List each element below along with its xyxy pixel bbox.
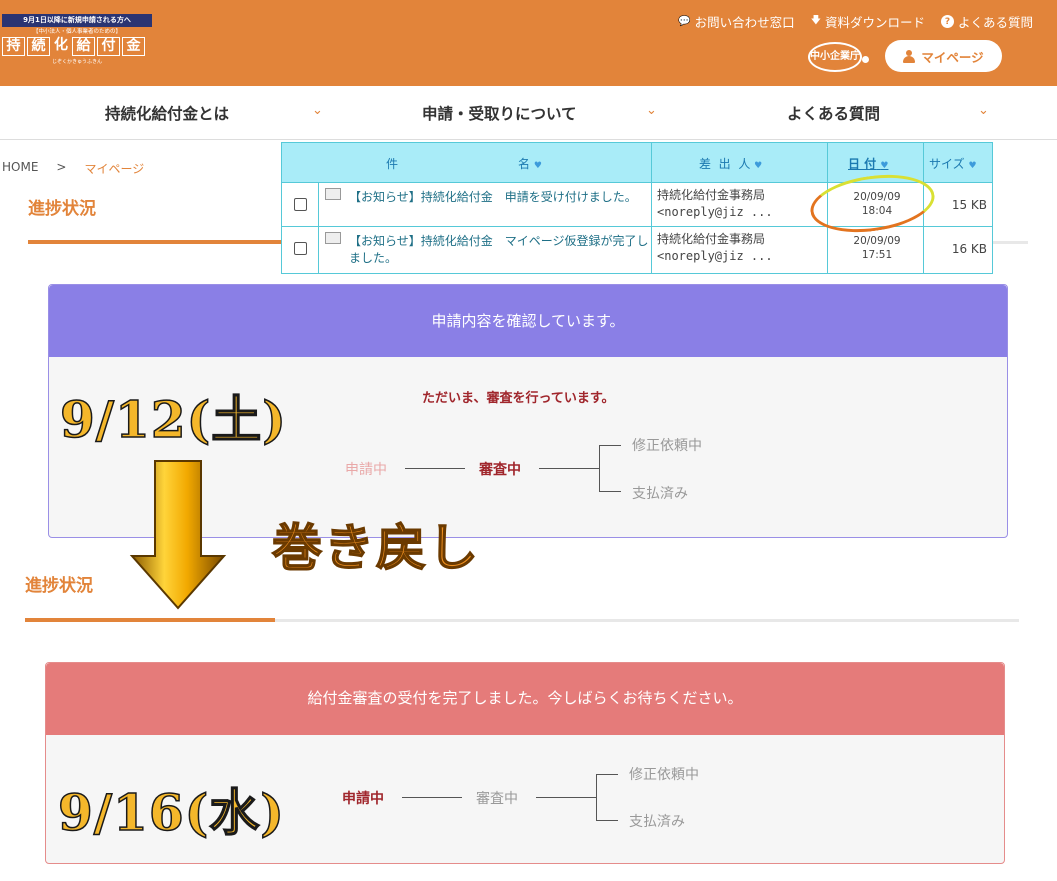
sort-heart-icon: ♥ bbox=[533, 161, 542, 171]
section-divider-accent bbox=[28, 240, 283, 244]
col-size-label: サイズ bbox=[929, 157, 965, 171]
progress-message: ただいま、審査を行っています。 bbox=[422, 391, 615, 406]
mail-sender: 持続化給付金事務局 <noreply@jiz ... bbox=[657, 231, 817, 265]
col-sender[interactable]: 差 出 人 ♥ bbox=[699, 155, 762, 172]
mail-checkbox[interactable] bbox=[294, 242, 307, 255]
mail-checkbox[interactable] bbox=[294, 198, 307, 211]
chevron-down-icon[interactable]: ⌄ bbox=[978, 103, 989, 118]
main-nav: 持続化給付金とは ⌄ 申請・受取りについて ⌄ よくある質問 ⌄ bbox=[0, 86, 1057, 140]
envelope-icon bbox=[325, 232, 341, 244]
mail-size: 15 KB bbox=[951, 198, 987, 212]
col-sender-c: 人 bbox=[738, 157, 751, 171]
nav-item-about[interactable]: 持続化給付金とは bbox=[105, 102, 229, 124]
faq-link[interactable]: ? よくある質問 bbox=[940, 12, 1033, 31]
section-title-progress: 進捗状況 bbox=[28, 199, 96, 219]
col-sender-b: 出 bbox=[718, 157, 731, 171]
logo-char: 続 bbox=[27, 37, 50, 56]
logo-char: 持 bbox=[2, 37, 25, 56]
mail-subject[interactable]: 【お知らせ】持続化給付金 申請を受け付けました。 bbox=[349, 189, 649, 206]
logo-char: 給 bbox=[72, 37, 95, 56]
person-icon bbox=[903, 49, 916, 63]
site-logo[interactable]: 9月1日以降に新規申請される方へ 【中小法人・個人事業者のための】 持 続 化 … bbox=[2, 14, 152, 70]
annotation-date-after: 9/16(水) bbox=[57, 782, 285, 843]
logo-char: 化 bbox=[54, 37, 68, 53]
mail-sender-name: 持続化給付金事務局 bbox=[657, 188, 766, 202]
logo-ruby: じぞくかきゅうふきん bbox=[51, 59, 102, 65]
annotation-date-before: 9/12(土) bbox=[59, 389, 287, 450]
step-revision: 修正依頼中 bbox=[632, 438, 702, 454]
mail-sender: 持続化給付金事務局 <noreply@jiz ... bbox=[657, 187, 817, 221]
top-links: 💬 お問い合わせ窓口 🡇 資料ダウンロード ? よくある質問 bbox=[678, 12, 1033, 31]
nav-item-faq[interactable]: よくある質問 bbox=[787, 102, 880, 124]
col-subject-b[interactable]: 名 ♥ bbox=[518, 155, 542, 172]
question-icon: ? bbox=[940, 15, 954, 28]
agency-logo[interactable]: 中小企業庁 bbox=[808, 42, 870, 72]
col-size[interactable]: サイズ ♥ bbox=[929, 155, 977, 172]
contact-link[interactable]: 💬 お問い合わせ窓口 bbox=[678, 12, 794, 31]
logo-char: 金 bbox=[122, 37, 145, 56]
agency-logo-text: 中小企業庁 bbox=[808, 42, 862, 72]
col-date-label: 日 付 bbox=[848, 157, 877, 171]
progress-card-header: 申請内容を確認しています。 bbox=[49, 285, 1007, 357]
sort-heart-icon: ♥ bbox=[880, 161, 889, 171]
mail-row[interactable]: 【お知らせ】持続化給付金 マイページ仮登録が完了しました。 持続化給付金事務局 <… bbox=[282, 227, 992, 273]
contact-link-label: お問い合わせ窓口 bbox=[694, 15, 795, 30]
step-reviewing: 審査中 bbox=[479, 462, 521, 478]
faq-link-label: よくある質問 bbox=[957, 15, 1033, 30]
step-paid: 支払済み bbox=[632, 486, 688, 502]
mail-date: 20/09/09 17:51 bbox=[842, 234, 912, 262]
logo-title: 持 続 化 給 付 金 bbox=[2, 37, 152, 56]
section-divider-accent bbox=[25, 618, 275, 622]
mypage-button[interactable]: マイページ bbox=[885, 40, 1002, 72]
logo-top-banner: 9月1日以降に新規申請される方へ bbox=[2, 14, 152, 27]
envelope-icon bbox=[325, 188, 341, 200]
sort-heart-icon: ♥ bbox=[968, 161, 977, 171]
chevron-down-icon[interactable]: ⌄ bbox=[646, 103, 657, 118]
mail-size: 16 KB bbox=[951, 242, 987, 256]
step-revision: 修正依頼中 bbox=[629, 767, 699, 783]
logo-subtitle: 【中小法人・個人事業者のための】 bbox=[32, 29, 121, 35]
logo-char: 付 bbox=[97, 37, 120, 56]
col-sender-a: 差 bbox=[699, 157, 712, 171]
breadcrumb-separator: > bbox=[56, 160, 67, 174]
download-link[interactable]: 🡇 資料ダウンロード bbox=[811, 12, 925, 31]
download-arrow-icon: 🡇 bbox=[810, 15, 821, 26]
mail-sender-name: 持続化給付金事務局 bbox=[657, 232, 766, 246]
mail-sender-address: <noreply@jiz ... bbox=[657, 249, 773, 263]
progress-card-header: 給付金審査の受付を完了しました。今しばらくお待ちください。 bbox=[46, 663, 1004, 735]
step-paid: 支払済み bbox=[629, 814, 685, 830]
down-arrow-icon bbox=[129, 460, 227, 610]
step-applying: 申請中 bbox=[342, 791, 384, 807]
annotation-rollback: 巻き戻し bbox=[271, 518, 480, 578]
nav-item-apply[interactable]: 申請・受取りについて bbox=[422, 102, 577, 124]
breadcrumb: HOME > マイページ bbox=[2, 160, 144, 177]
site-header: 9月1日以降に新規申請される方へ 【中小法人・個人事業者のための】 持 続 化 … bbox=[0, 0, 1057, 86]
breadcrumb-home[interactable]: HOME bbox=[2, 160, 38, 177]
col-date[interactable]: 日 付 ♥ bbox=[848, 155, 888, 172]
step-applying: 申請中 bbox=[345, 462, 387, 478]
step-reviewing: 審査中 bbox=[476, 791, 518, 807]
col-subject-b-label: 名 bbox=[518, 157, 531, 171]
chevron-down-icon[interactable]: ⌄ bbox=[312, 103, 323, 118]
mail-date-day: 20/09/09 bbox=[853, 235, 901, 247]
download-link-label: 資料ダウンロード bbox=[824, 15, 925, 30]
mail-sender-address: <noreply@jiz ... bbox=[657, 205, 773, 219]
agency-logo-dot bbox=[862, 56, 869, 63]
breadcrumb-current: マイページ bbox=[84, 162, 145, 176]
col-subject-a[interactable]: 件 bbox=[386, 155, 398, 172]
mypage-button-label: マイページ bbox=[921, 49, 984, 65]
mail-subject[interactable]: 【お知らせ】持続化給付金 マイページ仮登録が完了しました。 bbox=[349, 233, 649, 267]
section-title-progress: 進捗状況 bbox=[25, 576, 93, 596]
chat-bubble-icon: 💬 bbox=[678, 16, 691, 27]
mail-date-time: 17:51 bbox=[861, 249, 893, 261]
sort-heart-icon: ♥ bbox=[754, 161, 763, 171]
